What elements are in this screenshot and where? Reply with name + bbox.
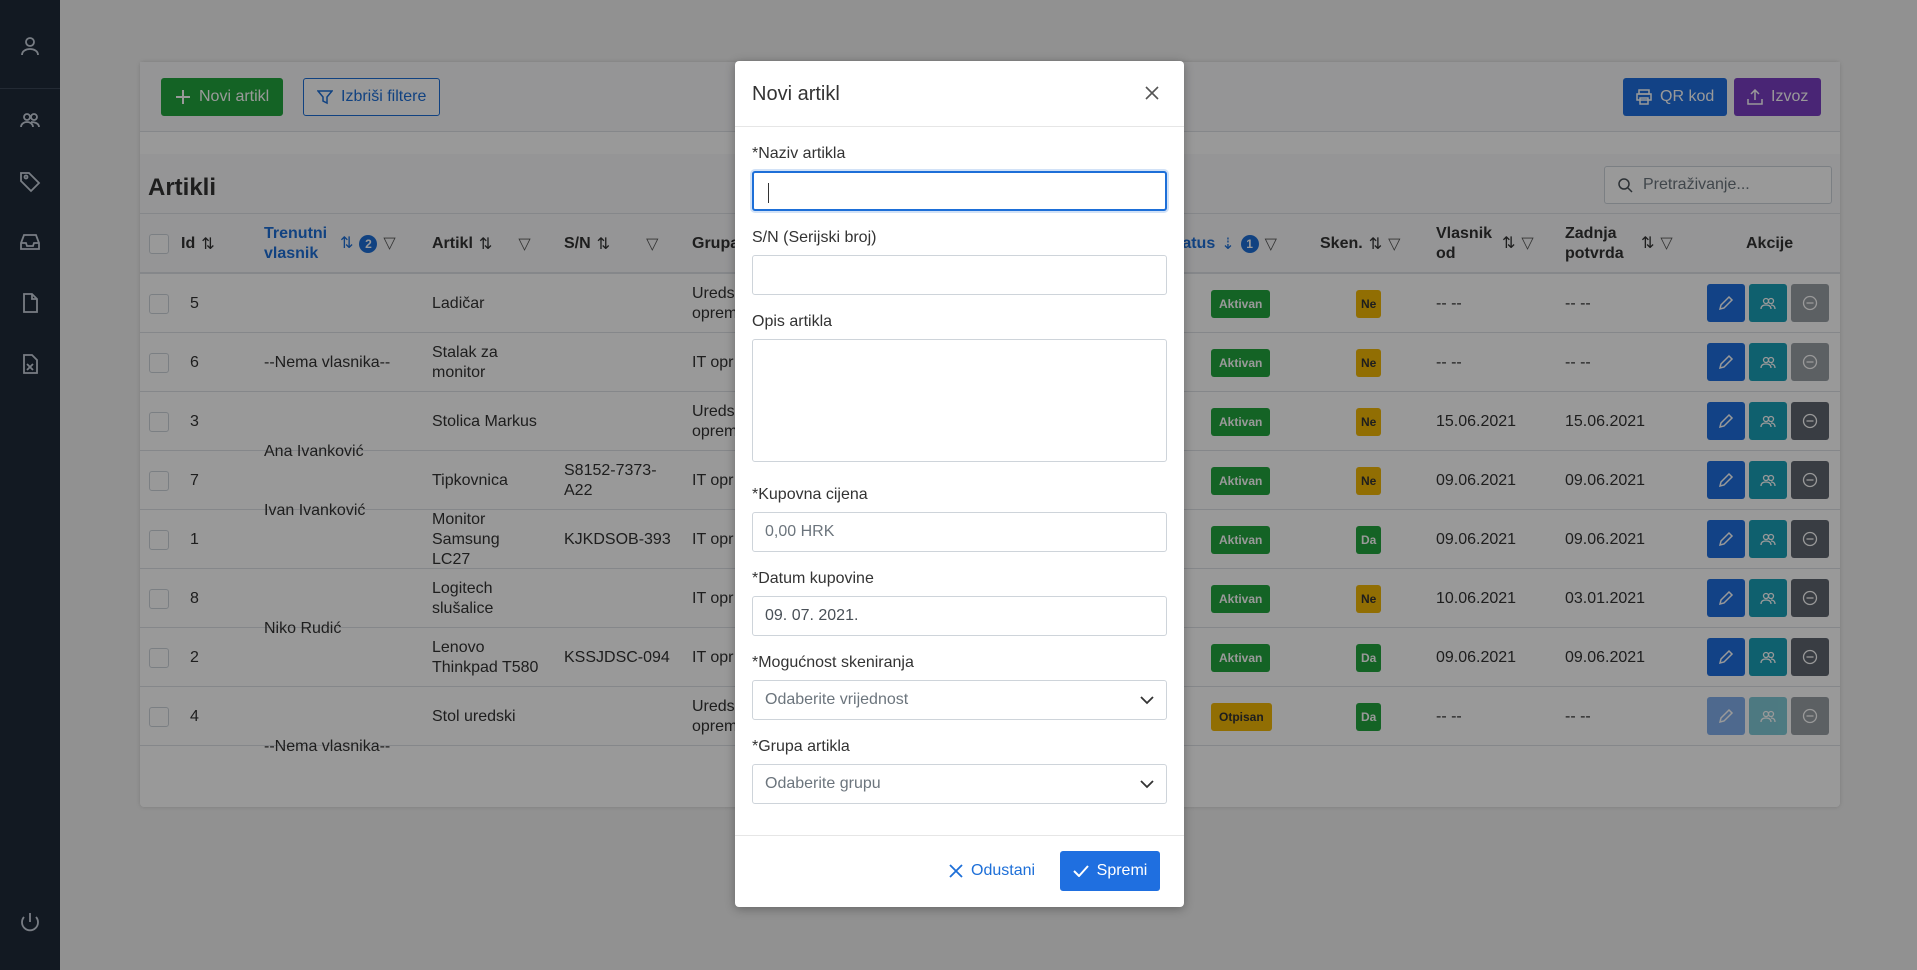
description-label: Opis artikla — [752, 313, 833, 330]
cancel-button[interactable]: Odustani — [949, 851, 1035, 891]
chevron-down-icon — [1140, 696, 1154, 705]
description-textarea[interactable] — [752, 339, 1167, 462]
price-input[interactable]: 0,00 HRK — [752, 512, 1167, 552]
name-input[interactable] — [752, 171, 1167, 211]
chevron-down-icon — [1140, 780, 1154, 789]
group-label: *Grupa artikla — [752, 738, 850, 755]
new-item-dialog: Novi artikl *Naziv artikla S/N (Serijski… — [735, 61, 1184, 907]
name-label: *Naziv artikla — [752, 145, 846, 162]
check-icon — [1072, 865, 1089, 877]
group-select[interactable]: Odaberite grupu — [752, 764, 1167, 804]
scan-label: *Mogućnost skeniranja — [752, 654, 914, 671]
close-icon — [949, 864, 963, 878]
save-button[interactable]: Spremi — [1060, 851, 1160, 891]
dialog-footer: Odustani Spremi — [735, 835, 1184, 907]
sn-input[interactable] — [752, 255, 1167, 295]
scan-select[interactable]: Odaberite vrijednost — [752, 680, 1167, 720]
close-icon[interactable] — [1140, 81, 1164, 105]
date-label: *Datum kupovine — [752, 570, 874, 587]
dialog-title: Novi artikl — [752, 83, 840, 105]
dialog-header: Novi artikl — [735, 61, 1184, 127]
date-input[interactable]: 09. 07. 2021. — [752, 596, 1167, 636]
price-label: *Kupovna cijena — [752, 486, 868, 503]
sn-label: S/N (Serijski broj) — [752, 229, 877, 246]
